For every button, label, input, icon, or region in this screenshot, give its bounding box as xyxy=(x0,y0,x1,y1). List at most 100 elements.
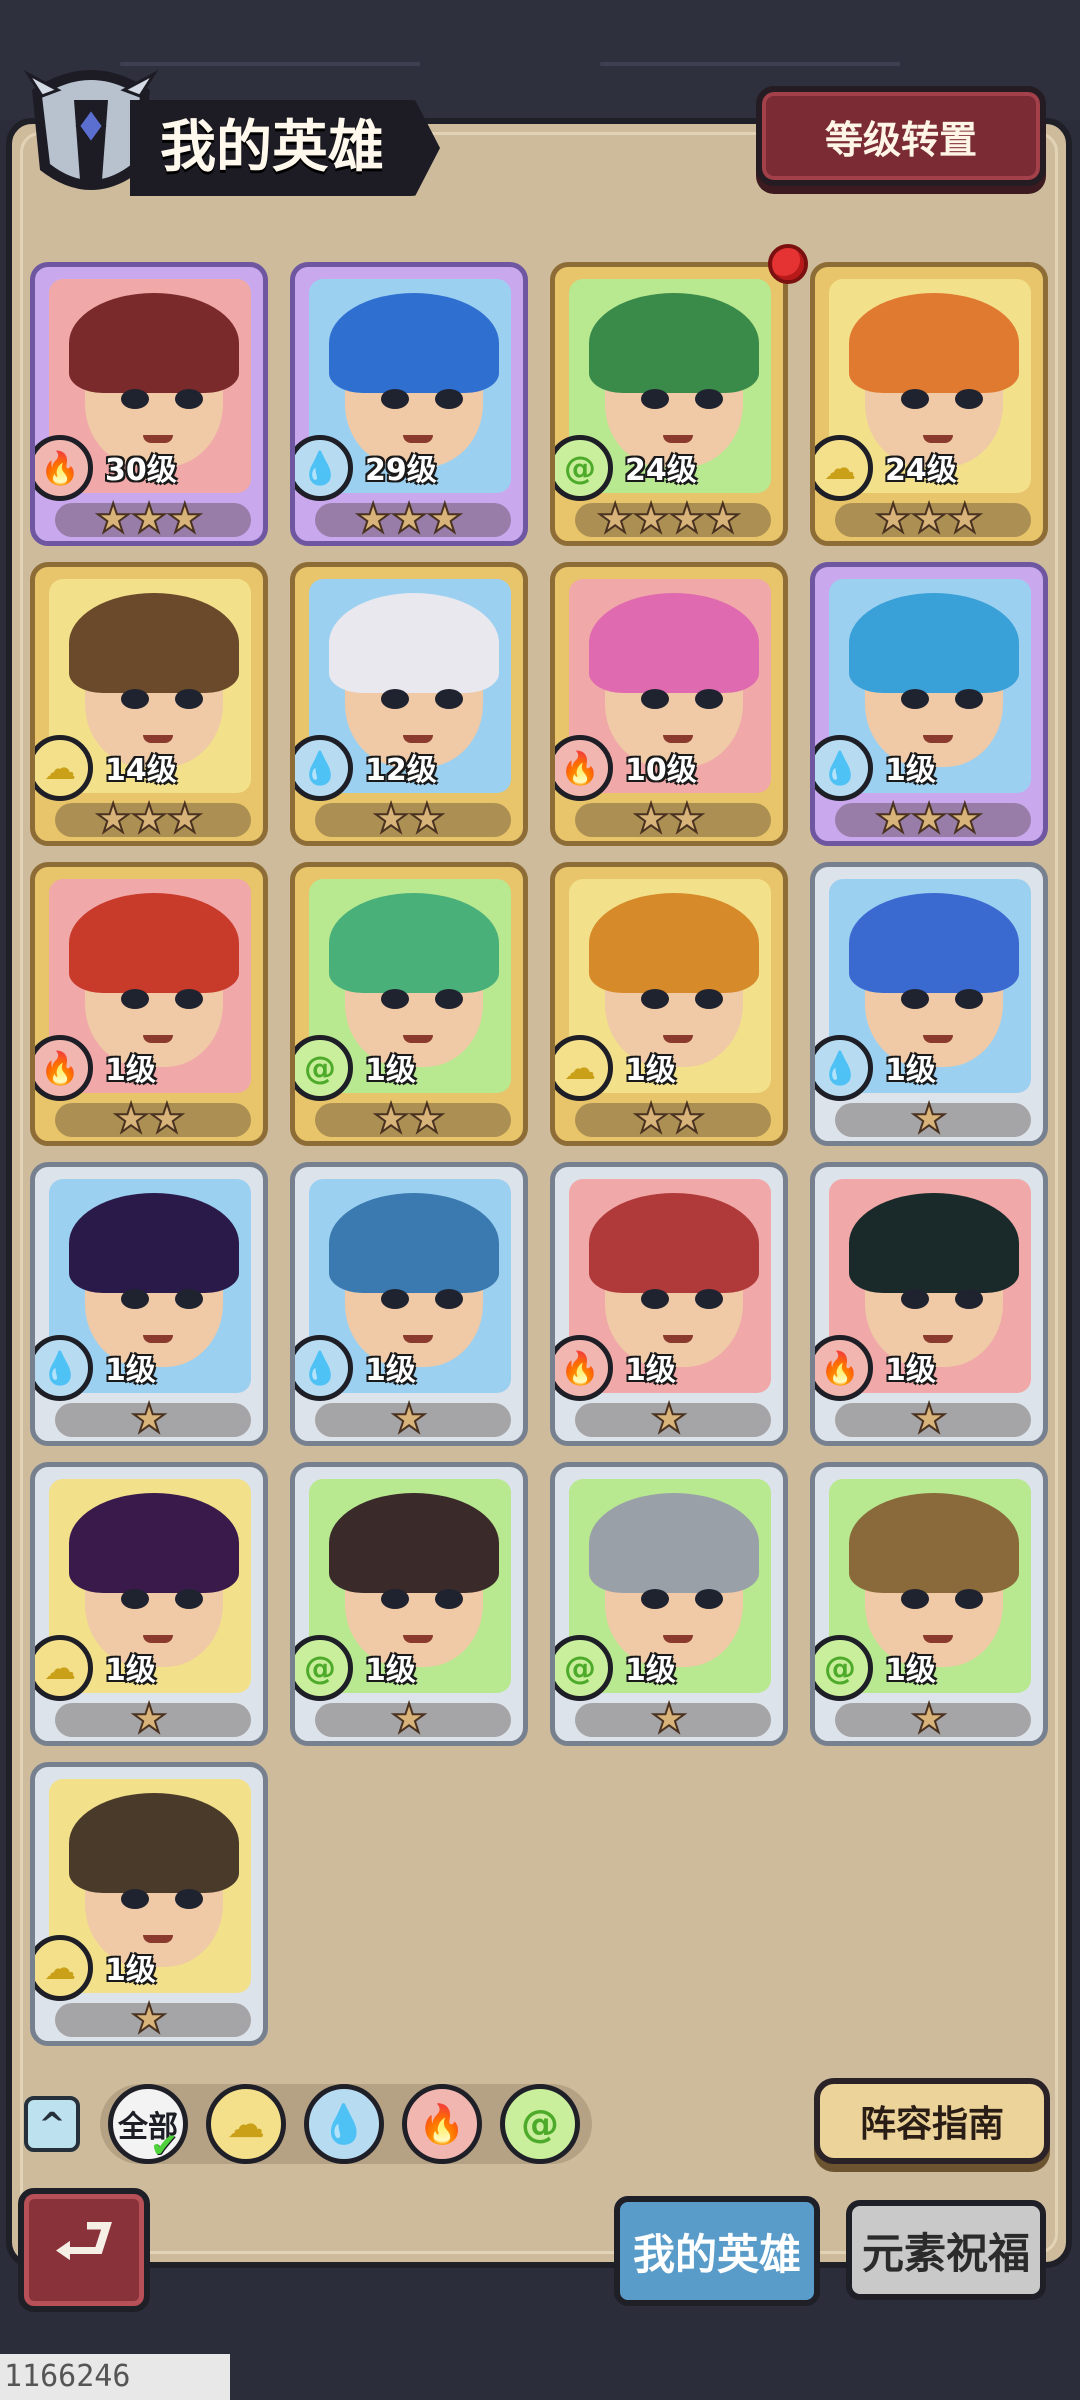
hero-card[interactable]: ★★ @1级 xyxy=(290,862,528,1146)
hero-card[interactable]: ★ 🔥 1级 xyxy=(550,1162,788,1446)
hero-hair xyxy=(69,1193,239,1293)
hero-eye xyxy=(955,389,983,409)
hero-level: 14级 xyxy=(105,753,177,788)
hero-stars: ★ xyxy=(390,1395,428,1442)
hero-level: 12级 xyxy=(365,753,437,788)
hero-level: 1级 xyxy=(885,1353,936,1388)
hero-mouth xyxy=(403,1035,433,1043)
hero-eye xyxy=(175,689,203,709)
wind-element-icon: @ xyxy=(555,1635,613,1701)
hero-level: 29级 xyxy=(365,453,437,488)
tab-element-blessing[interactable]: 元素祝福 xyxy=(846,2200,1046,2300)
hero-mouth xyxy=(143,1335,173,1343)
fire-element-icon: 🔥 xyxy=(35,435,93,501)
hero-stars: ★★★ xyxy=(354,495,464,542)
hero-mouth xyxy=(923,1635,953,1643)
hero-card[interactable]: ★ 🔥 1级 xyxy=(810,1162,1048,1446)
hero-eye xyxy=(955,689,983,709)
hero-card[interactable]: ★★★ 💧 1级 xyxy=(810,562,1048,846)
collapse-filter-button[interactable]: ^ xyxy=(24,2096,80,2152)
hero-card[interactable]: ★★★ 🔥 30级 xyxy=(30,262,268,546)
hero-eye xyxy=(955,989,983,1009)
hero-eye xyxy=(435,989,463,1009)
hero-eye xyxy=(695,689,723,709)
hero-eye xyxy=(121,1889,149,1909)
hero-level: 1级 xyxy=(105,1353,156,1388)
hero-hair xyxy=(69,1493,239,1593)
level-transfer-button[interactable]: 等级转置 xyxy=(756,86,1046,186)
hero-stars: ★ xyxy=(390,1695,428,1742)
deco-line xyxy=(120,62,420,66)
filter-fire-button[interactable]: 🔥 xyxy=(402,2084,482,2164)
hero-level: 1级 xyxy=(885,1653,936,1688)
hero-mouth xyxy=(143,1635,173,1643)
hero-eye xyxy=(901,1589,929,1609)
hero-eye xyxy=(695,989,723,1009)
hero-card[interactable]: ★ @1级 xyxy=(290,1462,528,1746)
hero-card[interactable]: ★★ ☁ 1级 xyxy=(550,862,788,1146)
hero-card[interactable]: ★★ 💧 12级 xyxy=(290,562,528,846)
filter-earth-button[interactable]: ☁ xyxy=(206,2084,286,2164)
hero-card[interactable]: ★★★ ☁ 24级 xyxy=(810,262,1048,546)
hero-hair xyxy=(69,893,239,993)
fire-element-icon: 🔥 xyxy=(555,1335,613,1401)
hero-card[interactable]: ★★★ ☁ 14级 xyxy=(30,562,268,846)
hero-level: 1级 xyxy=(105,1053,156,1088)
hero-card[interactable]: ★ 💧 1级 xyxy=(30,1162,268,1446)
hero-eye xyxy=(695,1289,723,1309)
hero-card[interactable]: ★ ☁ 1级 xyxy=(30,1462,268,1746)
hero-level: 24级 xyxy=(885,453,957,488)
hero-eye xyxy=(695,389,723,409)
hero-hair xyxy=(69,293,239,393)
hero-hair xyxy=(589,293,759,393)
hero-mouth xyxy=(663,735,693,743)
hero-mouth xyxy=(403,735,433,743)
hero-level: 24级 xyxy=(625,453,697,488)
hero-stars: ★★ xyxy=(112,1095,186,1142)
hero-stars: ★★ xyxy=(372,795,446,842)
hero-stars: ★ xyxy=(650,1395,688,1442)
hero-card[interactable]: ★ 💧 1级 xyxy=(810,862,1048,1146)
hero-card[interactable]: ★ @1级 xyxy=(550,1462,788,1746)
hero-level: 1级 xyxy=(885,753,936,788)
hero-stars: ★★★ xyxy=(94,795,204,842)
back-button[interactable]: ⮐ xyxy=(18,2188,150,2312)
hero-stars: ★★★★ xyxy=(596,495,741,542)
hero-mouth xyxy=(923,1035,953,1043)
hero-card[interactable]: ★ @1级 xyxy=(810,1462,1048,1746)
hero-card[interactable]: ★★ 🔥 1级 xyxy=(30,862,268,1146)
hero-level: 1级 xyxy=(365,1653,416,1688)
water-element-icon: 💧 xyxy=(295,435,353,501)
hero-hair xyxy=(849,1193,1019,1293)
hero-eye xyxy=(641,689,669,709)
lineup-guide-button[interactable]: 阵容指南 xyxy=(814,2078,1050,2164)
earth-element-icon: ☁ xyxy=(35,1935,93,2001)
hero-eye xyxy=(955,1289,983,1309)
hero-eye xyxy=(641,1589,669,1609)
water-element-icon: 💧 xyxy=(295,1335,353,1401)
hero-level: 1级 xyxy=(625,1653,676,1688)
hero-mouth xyxy=(923,1335,953,1343)
hero-stars: ★ xyxy=(130,1995,168,2042)
hero-mouth xyxy=(403,1635,433,1643)
hero-hair xyxy=(329,293,499,393)
hero-level: 1级 xyxy=(365,1053,416,1088)
hero-hair xyxy=(589,1193,759,1293)
hero-eye xyxy=(175,1889,203,1909)
checkmark-icon: ✔ xyxy=(150,2126,179,2166)
filter-water-button[interactable]: 💧 xyxy=(304,2084,384,2164)
hero-card[interactable]: ★★★ 💧 29级 xyxy=(290,262,528,546)
hero-eye xyxy=(435,689,463,709)
wind-element-icon: @ xyxy=(555,435,613,501)
hero-mouth xyxy=(663,435,693,443)
hero-eye xyxy=(901,389,929,409)
tab-my-heroes[interactable]: 我的英雄 xyxy=(614,2196,820,2306)
hero-card[interactable]: ★★★★ @24级 xyxy=(550,262,788,546)
hero-card[interactable]: ★★ 🔥 10级 xyxy=(550,562,788,846)
hero-level: 30级 xyxy=(105,453,177,488)
hero-hair xyxy=(329,593,499,693)
filter-wind-button[interactable]: @ xyxy=(500,2084,580,2164)
hero-card[interactable]: ★ 💧 1级 xyxy=(290,1162,528,1446)
hero-card[interactable]: ★ ☁ 1级 xyxy=(30,1762,268,2046)
hero-stars: ★★★ xyxy=(94,495,204,542)
